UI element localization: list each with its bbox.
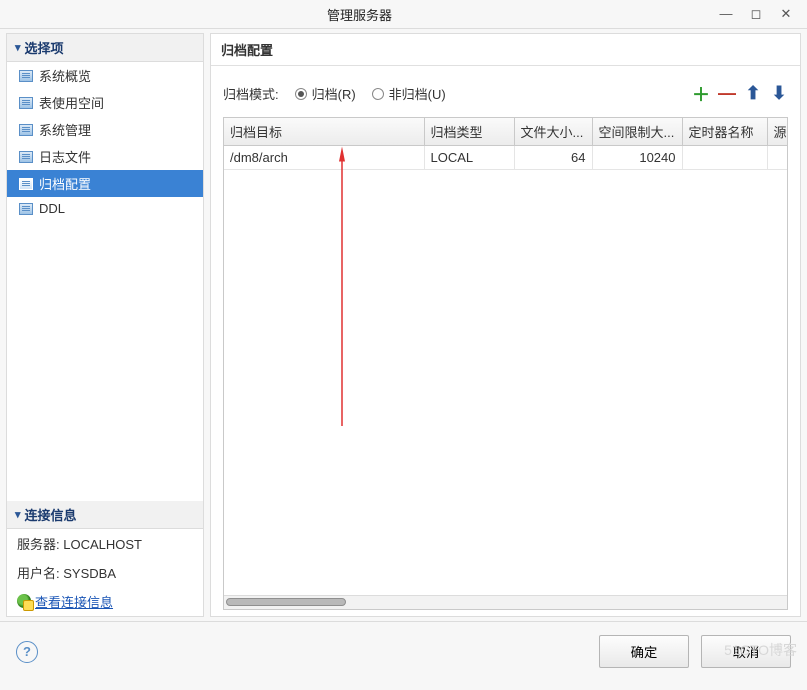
close-icon[interactable]: ✕ (779, 6, 793, 22)
annotation-arrow (332, 146, 372, 436)
radio-noarchive[interactable]: 非归档(U) (372, 84, 446, 103)
cancel-button[interactable]: 取消 (701, 635, 791, 668)
arrow-up-icon[interactable]: ⬆ (744, 85, 762, 103)
col-header[interactable]: 归档类型 (424, 118, 514, 146)
page-icon (19, 97, 33, 109)
help-icon[interactable]: ? (16, 641, 38, 663)
col-header[interactable]: 源 (767, 118, 788, 146)
maximize-icon[interactable]: ◻ (749, 6, 763, 22)
mode-label: 归档模式: (223, 84, 279, 103)
sidebar-item-5[interactable]: DDL (7, 197, 203, 220)
minimize-icon[interactable]: — (719, 6, 733, 22)
col-header[interactable]: 空间限制大... (592, 118, 682, 146)
panel-title: 归档配置 (211, 34, 800, 66)
conn-user: 用户名: SYSDBA (7, 558, 203, 587)
col-header[interactable]: 定时器名称 (682, 118, 767, 146)
collapse-icon: ▾ (15, 41, 21, 54)
col-header[interactable]: 归档目标 (224, 118, 424, 146)
add-icon[interactable]: ＋ (692, 85, 710, 103)
collapse-icon: ▾ (15, 508, 21, 521)
radio-archive[interactable]: 归档(R) (295, 84, 356, 103)
window-title: 管理服务器 (0, 5, 719, 24)
remove-icon[interactable]: — (718, 85, 736, 103)
sidebar-item-2[interactable]: 系统管理 (7, 116, 203, 143)
archive-table[interactable]: 归档目标归档类型文件大小...空间限制大...定时器名称源 /dm8/archL… (223, 117, 788, 610)
table-row[interactable]: /dm8/archLOCAL6410240 (224, 146, 787, 170)
sidebar-item-3[interactable]: 日志文件 (7, 143, 203, 170)
conn-server: 服务器: LOCALHOST (7, 529, 203, 558)
view-conn-link[interactable]: 查看连接信息 (17, 592, 113, 611)
page-icon (19, 178, 33, 190)
page-icon (19, 151, 33, 163)
connection-icon (17, 594, 31, 608)
ok-button[interactable]: 确定 (599, 635, 689, 668)
page-icon (19, 124, 33, 136)
sidebar-item-4[interactable]: 归档配置 (7, 170, 203, 197)
page-icon (19, 203, 33, 215)
sidebar-conn-header[interactable]: ▾ 连接信息 (7, 501, 203, 529)
sidebar-select-header[interactable]: ▾ 选择项 (7, 34, 203, 62)
sidebar-item-1[interactable]: 表使用空间 (7, 89, 203, 116)
horizontal-scrollbar[interactable] (224, 595, 787, 609)
col-header[interactable]: 文件大小... (514, 118, 592, 146)
page-icon (19, 70, 33, 82)
sidebar-item-0[interactable]: 系统概览 (7, 62, 203, 89)
arrow-down-icon[interactable]: ⬇ (770, 85, 788, 103)
